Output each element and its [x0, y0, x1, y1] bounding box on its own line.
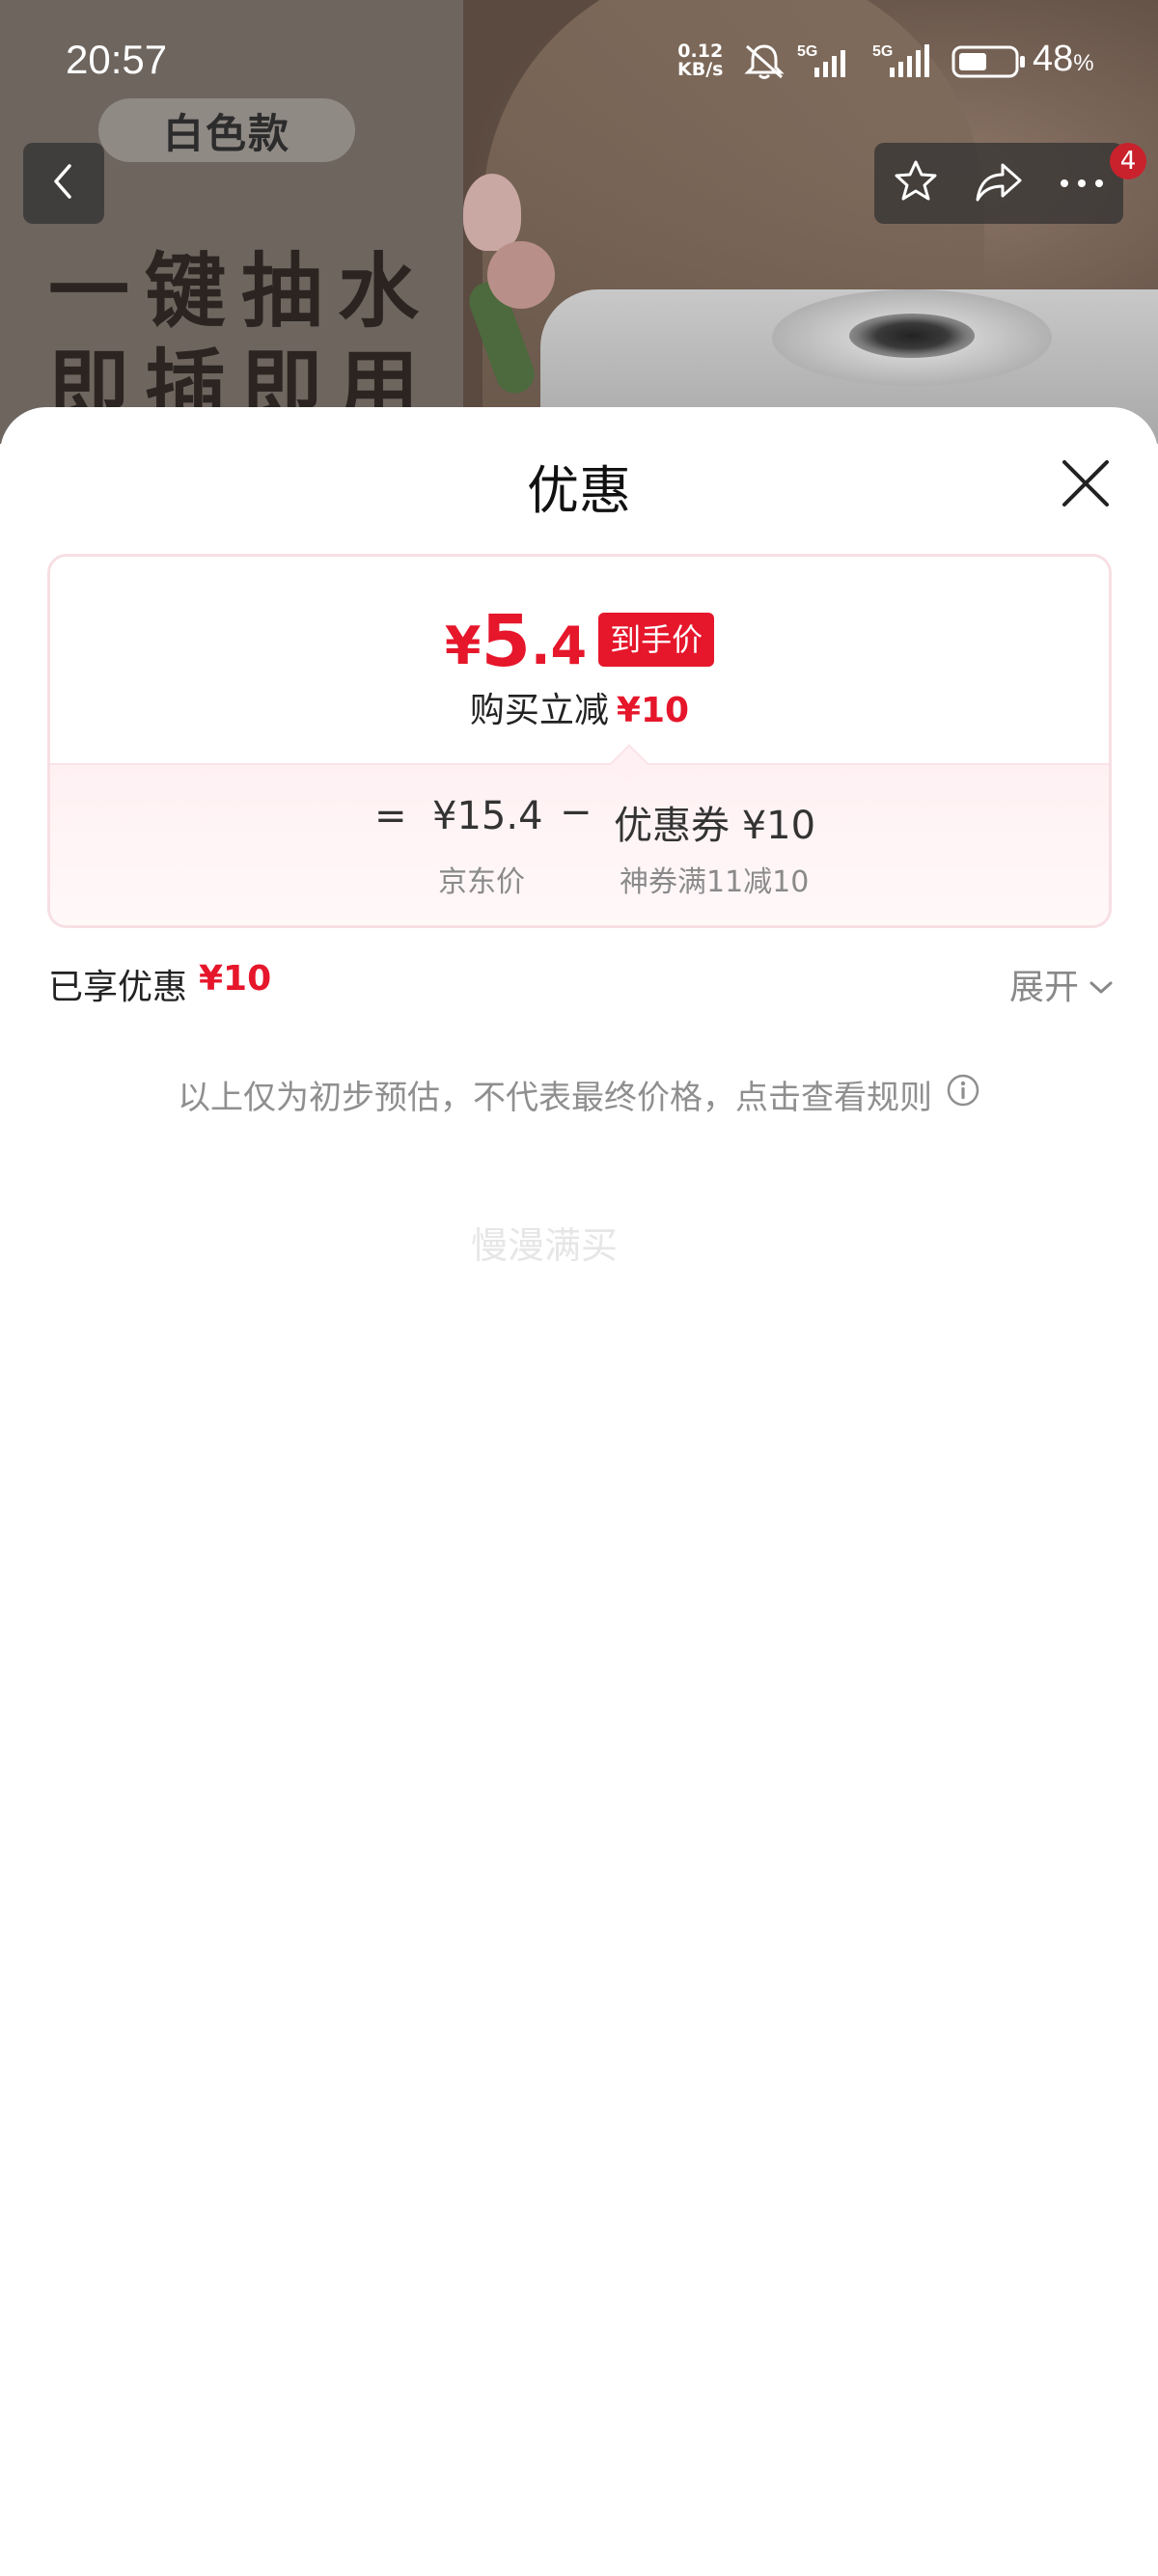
instant-reduction-label: 购买立减	[469, 691, 609, 730]
instant-reduction-amount: ¥10	[616, 691, 690, 730]
svg-text:5G: 5G	[797, 43, 817, 60]
formula-equals: =	[374, 794, 407, 838]
share-arrow-icon	[974, 159, 1024, 207]
signal-5g-icon-2: 5G	[870, 42, 940, 85]
battery-percent: 48%	[1033, 39, 1094, 80]
battery-percent-value: 48	[1033, 39, 1074, 79]
expand-label: 展开	[1008, 968, 1079, 1007]
final-price-integer: 5	[481, 600, 531, 683]
rules-disclaimer[interactable]: 以上仅为初步预估，不代表最终价格，点击查看规则	[0, 1071, 1158, 1118]
watermark-text: 慢漫满买	[471, 1224, 619, 1267]
battery-icon	[951, 44, 1029, 83]
jd-price-label: 京东价	[438, 865, 525, 899]
price-breakdown-card: ¥ 5 .4 到手价 购买立减 ¥10 = ¥15.4 − 优惠券 ¥10 京东价…	[47, 554, 1112, 928]
sheet-title: 优惠	[527, 460, 631, 521]
signal-5g-icon: 5G	[797, 42, 859, 85]
final-price-row: ¥ 5 .4 到手价	[50, 603, 1109, 680]
share-button[interactable]	[960, 143, 1037, 224]
svg-text:5G: 5G	[872, 43, 893, 60]
price-formula-section: = ¥15.4 − 优惠券 ¥10 京东价 神券满11减10	[50, 763, 1109, 925]
coupon-amount: 优惠券 ¥10	[614, 804, 816, 848]
water-dispenser-nozzle	[849, 314, 975, 358]
more-dots-icon	[1059, 175, 1105, 193]
chevron-left-icon	[46, 160, 81, 206]
instant-reduction: 购买立减 ¥10	[50, 682, 1109, 732]
more-button[interactable]	[1043, 143, 1120, 224]
star-icon	[892, 157, 940, 209]
status-bar: 20:57 0.12 KB/s 5G 5G 48%	[0, 0, 1158, 125]
status-time: 20:57	[66, 37, 168, 82]
mute-bell-icon	[741, 42, 787, 85]
final-price-section: ¥ 5 .4 到手价 购买立减 ¥10	[50, 557, 1109, 763]
notification-badge: 4	[1110, 143, 1146, 179]
chevron-down-icon	[1079, 965, 1114, 1004]
coupon-label: 神券满11减10	[620, 865, 810, 899]
price-formula: = ¥15.4 − 优惠券 ¥10	[50, 790, 1109, 852]
discount-sheet: 优惠 ¥ 5 .4 到手价 购买立减 ¥10 = ¥15.4 − 优惠券 ¥10…	[0, 407, 1158, 2576]
network-speed: 0.12 KB/s	[677, 42, 723, 79]
battery-percent-unit: %	[1073, 50, 1094, 76]
flower-bud	[463, 174, 521, 251]
disclaimer-text: 以上仅为初步预估，不代表最终价格，点击查看规则	[178, 1079, 932, 1117]
product-actions	[874, 143, 1123, 224]
final-price-badge: 到手价	[598, 613, 715, 667]
enjoyed-discount-label: 已享优惠	[48, 968, 188, 1007]
final-price-currency: ¥	[444, 616, 482, 676]
jd-price: ¥15.4	[432, 794, 543, 838]
network-speed-unit: KB/s	[677, 59, 724, 80]
expand-button[interactable]: 展开	[1009, 959, 1114, 1009]
close-button[interactable]	[1052, 452, 1119, 519]
formula-minus: −	[560, 790, 593, 835]
info-icon	[932, 1073, 980, 1116]
close-icon	[1059, 456, 1113, 514]
final-price-decimal: .4	[530, 616, 588, 676]
enjoyed-discount-amount: ¥10	[199, 959, 272, 999]
flower-bud	[487, 241, 555, 309]
final-price: ¥ 5 .4	[445, 603, 587, 680]
favorite-button[interactable]	[877, 143, 954, 224]
enjoyed-discount-row[interactable]: 已享优惠 ¥10 展开	[48, 959, 1114, 1017]
back-button[interactable]	[23, 143, 104, 224]
